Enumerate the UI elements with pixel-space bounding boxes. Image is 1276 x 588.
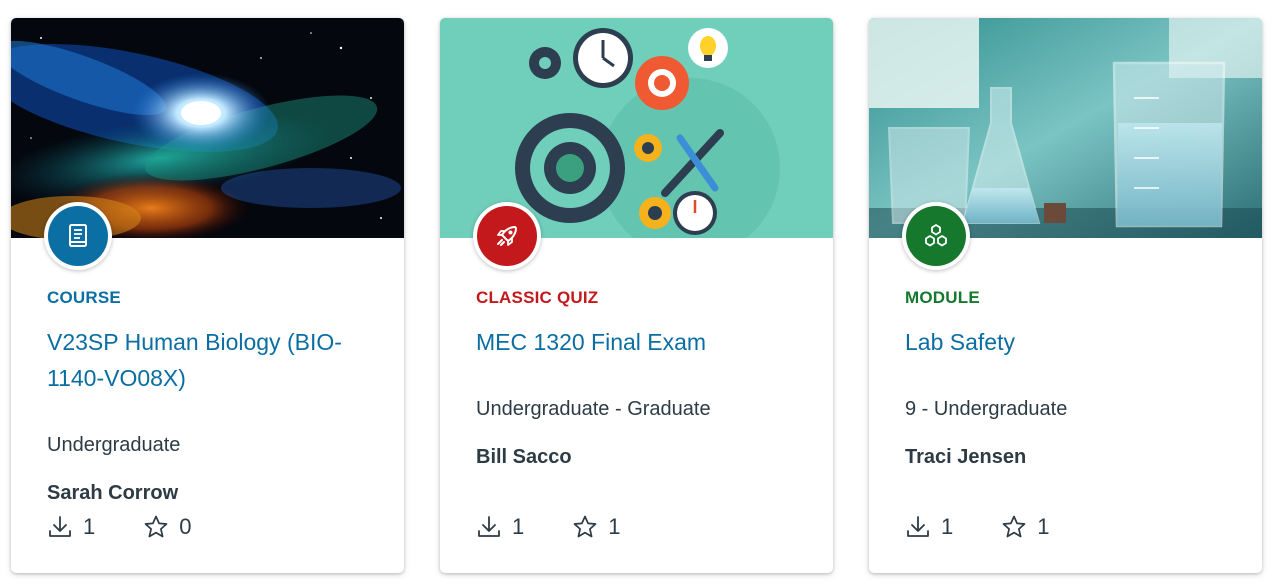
downloads-stat[interactable]: 1 bbox=[47, 514, 95, 540]
book-icon bbox=[69, 224, 87, 247]
grade-level-text: 9 - Undergraduate bbox=[905, 398, 1068, 420]
favorites-count: 1 bbox=[608, 514, 621, 539]
rocket-icon bbox=[497, 226, 517, 246]
downloads-count: 1 bbox=[512, 514, 525, 539]
resource-type-label: MODULE bbox=[905, 288, 980, 307]
resource-title-link[interactable]: V23SP Human Biology (BIO-1140-VO08X) bbox=[47, 324, 377, 396]
download-icon bbox=[907, 516, 929, 537]
course-type-badge bbox=[44, 202, 112, 270]
resource-title-link[interactable]: Lab Safety bbox=[905, 324, 1235, 360]
grade-level-text: Undergraduate bbox=[47, 434, 181, 456]
downloads-stat[interactable]: 1 bbox=[905, 514, 953, 540]
author-name: Sarah Corrow bbox=[47, 482, 179, 504]
downloads-count: 1 bbox=[83, 514, 96, 539]
resource-card[interactable]: CLASSIC QUIZ MEC 1320 Final Exam Undergr… bbox=[440, 18, 833, 573]
resource-card[interactable]: MODULE Lab Safety 9 - Undergraduate Trac… bbox=[869, 18, 1262, 573]
module-icon bbox=[925, 224, 947, 247]
grade-level-text: Undergraduate - Graduate bbox=[476, 398, 711, 420]
resource-type-label: CLASSIC QUIZ bbox=[476, 288, 599, 307]
resource-type-label: COURSE bbox=[47, 288, 121, 307]
resource-stats: 1 1 bbox=[905, 512, 1098, 542]
module-type-badge bbox=[902, 202, 970, 270]
favorites-stat[interactable]: 1 bbox=[1001, 514, 1050, 540]
downloads-count: 1 bbox=[941, 514, 954, 539]
favorites-stat[interactable]: 0 bbox=[143, 514, 192, 540]
quiz-type-badge bbox=[473, 202, 541, 270]
download-icon bbox=[49, 516, 71, 537]
favorites-count: 0 bbox=[179, 514, 192, 539]
downloads-stat[interactable]: 1 bbox=[476, 514, 524, 540]
favorites-stat[interactable]: 1 bbox=[572, 514, 621, 540]
download-icon bbox=[478, 516, 500, 537]
author-name: Bill Sacco bbox=[476, 446, 572, 468]
favorites-count: 1 bbox=[1037, 514, 1050, 539]
star-icon bbox=[573, 515, 597, 538]
author-name: Traci Jensen bbox=[905, 446, 1027, 468]
resource-title-link[interactable]: MEC 1320 Final Exam bbox=[476, 324, 806, 360]
resource-stats: 1 0 bbox=[47, 512, 240, 542]
resource-stats: 1 1 bbox=[476, 512, 669, 542]
star-icon bbox=[144, 515, 168, 538]
resource-card[interactable]: COURSE V23SP Human Biology (BIO-1140-VO0… bbox=[11, 18, 404, 573]
star-icon bbox=[1002, 515, 1026, 538]
